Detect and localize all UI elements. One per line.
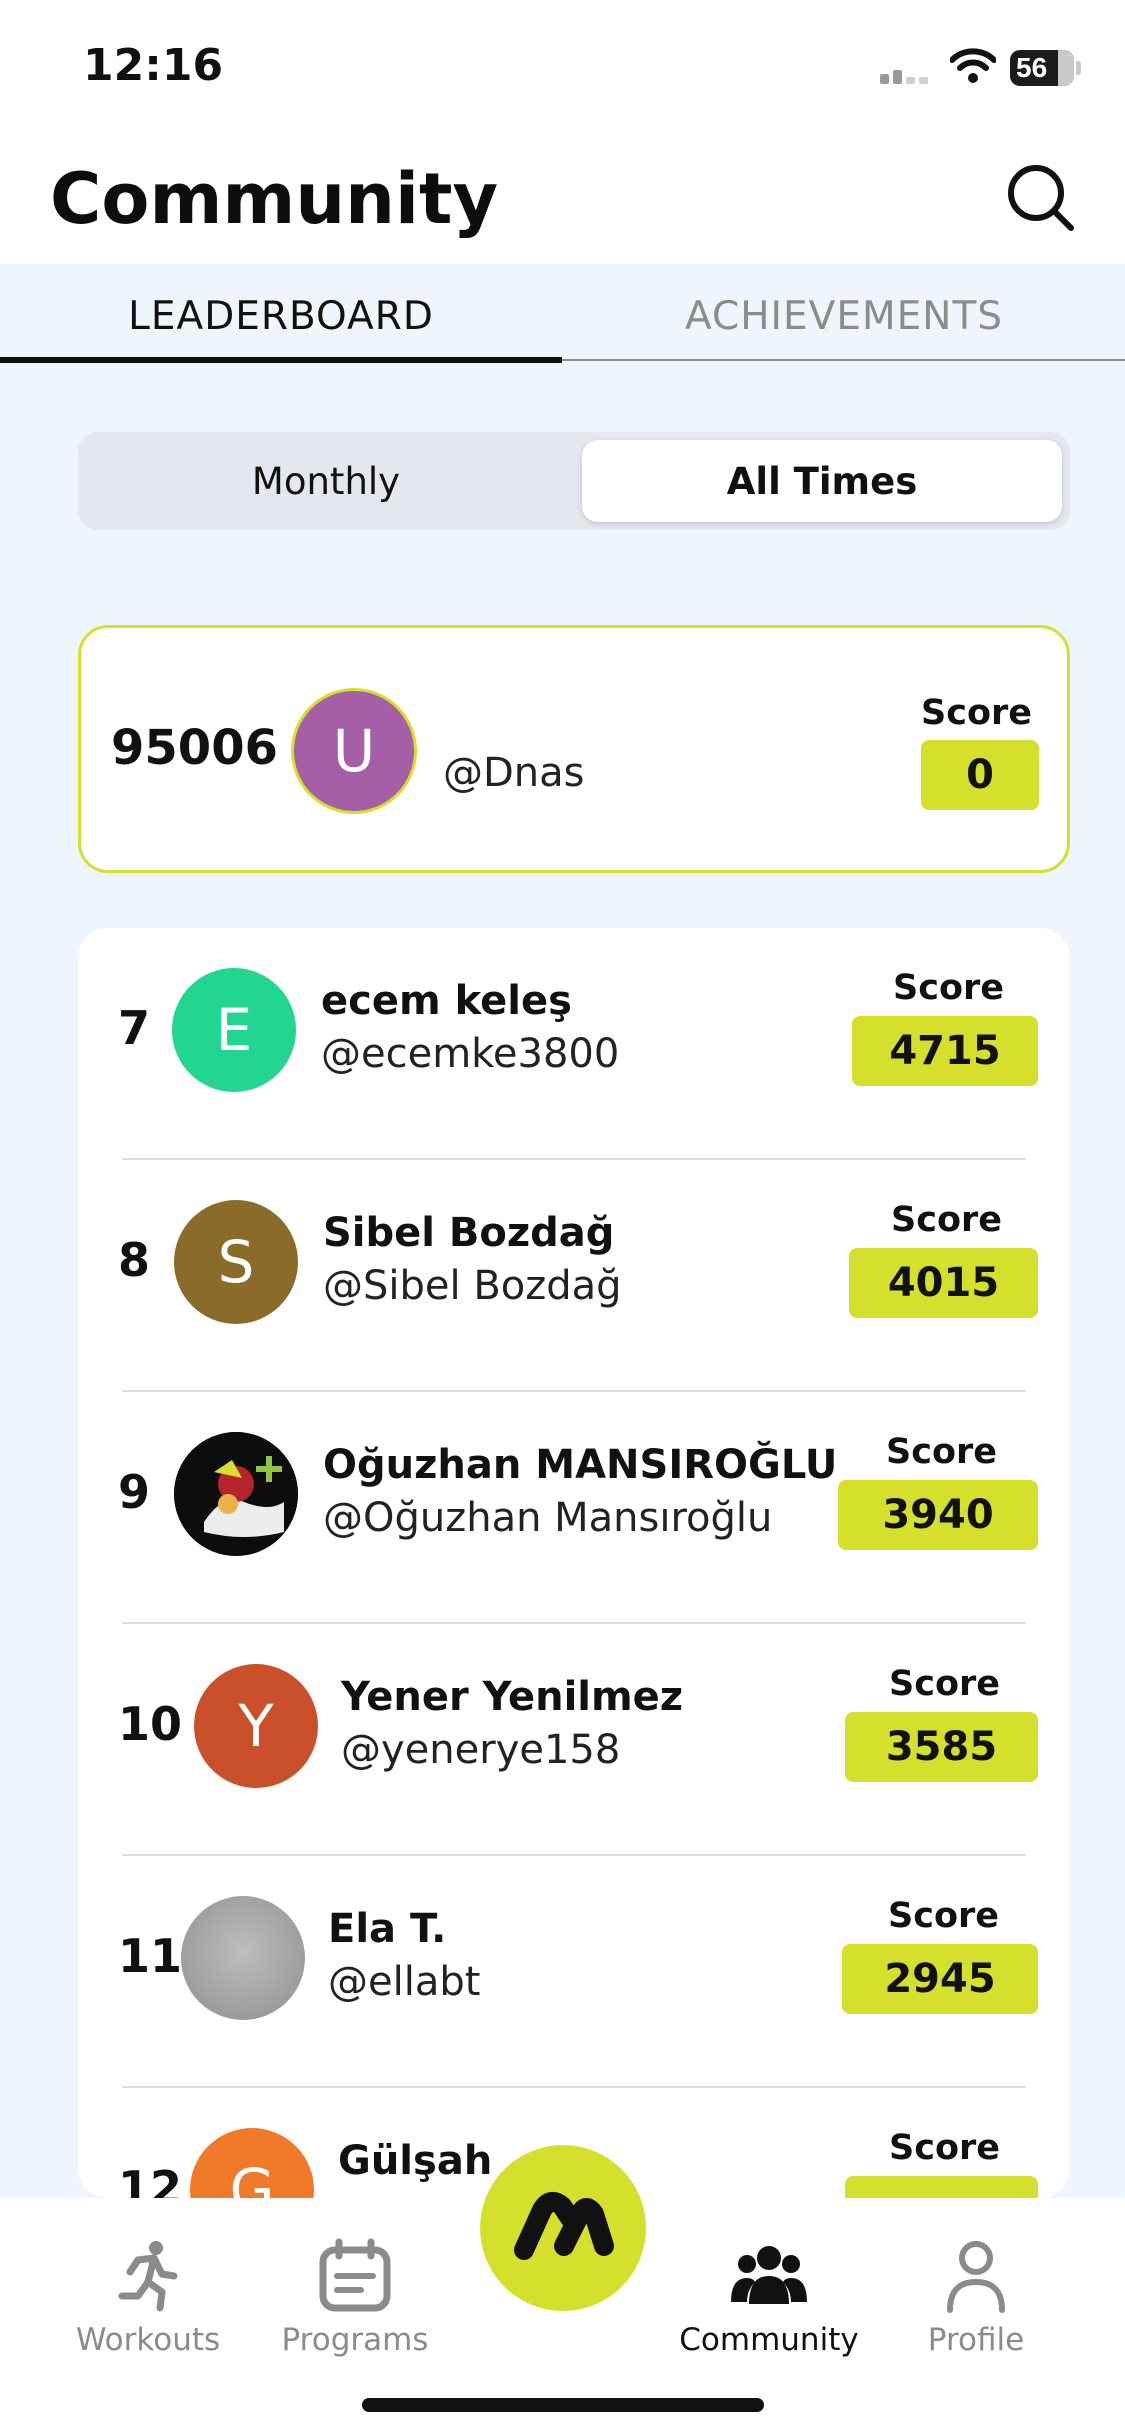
user-name: Sibel Bozdağ (323, 1210, 615, 1256)
score-badge: 2945 (842, 1944, 1038, 2014)
my-rank: 95006 (111, 720, 278, 776)
status-bar: 12:16 56 (0, 0, 1125, 140)
score-label: Score (891, 1200, 1002, 1240)
leaderboard-row[interactable]: 11 Ela T. @ellabt Score 2945 (78, 1856, 1070, 2088)
cellular-signal-icon (880, 70, 928, 84)
score-badge (845, 2176, 1038, 2198)
score-label: Score (888, 1896, 999, 1936)
avatar-initial: U (332, 717, 376, 785)
nav-label: Profile (927, 2322, 1025, 2358)
user-name: Gülşah (338, 2138, 493, 2184)
app-logo-icon (514, 2191, 614, 2260)
people-icon (731, 2246, 807, 2304)
nav-community[interactable]: Community (669, 2238, 869, 2358)
user-handle: @ellabt (328, 1959, 481, 2005)
leaderboard-row[interactable]: 10 Y Yener Yenilmez @yenerye158 Score 35… (78, 1624, 1070, 1856)
user-avatar: G (190, 2128, 314, 2198)
score-value: 2945 (884, 1956, 996, 2002)
score-value: 3940 (882, 1492, 994, 1538)
avatar-initial: Y (238, 1692, 274, 1760)
person-icon (947, 2241, 1005, 2313)
user-name: Ela T. (328, 1906, 447, 1952)
score-value: 4015 (887, 1260, 1000, 1306)
user-avatar: E (172, 968, 296, 1092)
nav-label: Workouts (75, 2322, 221, 2358)
user-name: ecem keleş (321, 978, 572, 1024)
header: Community (0, 140, 1125, 264)
score-badge: 3940 (838, 1480, 1038, 1550)
my-handle: @Dnas (443, 750, 585, 796)
user-handle: @yenerye158 (341, 1727, 621, 1773)
tab-leaderboard[interactable]: LEADERBOARD (0, 294, 562, 339)
user-avatar: Y (194, 1664, 318, 1788)
avatar-initial: E (215, 996, 253, 1064)
leaderboard-list: 7 E ecem keleş @ecemke3800 Score 4715 8 … (78, 928, 1070, 2198)
nav-workouts[interactable]: Workouts (48, 2238, 248, 2358)
score-value: 0 (966, 752, 994, 798)
tab-active-indicator (0, 357, 562, 363)
search-icon[interactable] (1005, 162, 1075, 232)
nav-label: Community (679, 2322, 859, 2358)
rank-number: 11 (118, 1929, 183, 1983)
score-label: Score (921, 693, 1032, 733)
center-logo-button[interactable] (480, 2145, 646, 2311)
score-badge: 4715 (852, 1016, 1038, 1086)
segment-all-times[interactable]: All Times (582, 440, 1062, 522)
user-name: Oğuzhan MANSIROĞLU (323, 1442, 838, 1488)
user-avatar (174, 1432, 298, 1556)
period-segmented-control: Monthly All Times (78, 432, 1070, 530)
battery-icon: 56 (1010, 50, 1074, 86)
score-label: Score (893, 968, 1004, 1008)
nav-label: Programs (281, 2322, 429, 2358)
leaderboard-row[interactable]: 8 S Sibel Bozdağ @Sibel Bozdağ Score 401… (78, 1160, 1070, 1392)
rank-number: 10 (118, 1697, 183, 1751)
user-avatar: S (174, 1200, 298, 1324)
rank-number: 12 (118, 2161, 183, 2198)
calendar-icon (319, 2238, 391, 2312)
rank-number: 7 (118, 1001, 151, 1055)
score-value: 3585 (885, 1724, 998, 1770)
avatar-initial: S (217, 1228, 255, 1296)
avatar-initial: G (229, 2156, 275, 2198)
rank-number: 8 (118, 1233, 151, 1287)
tab-achievements[interactable]: ACHIEVEMENTS (563, 294, 1125, 339)
rank-number: 9 (118, 1465, 151, 1519)
user-handle: @Sibel Bozdağ (323, 1263, 622, 1309)
score-badge: 0 (921, 740, 1039, 810)
page-title: Community (50, 158, 499, 240)
score-label: Score (889, 2128, 1000, 2168)
score-badge: 4015 (849, 1248, 1038, 1318)
score-badge: 3585 (845, 1712, 1038, 1782)
status-time: 12:16 (83, 40, 224, 91)
score-value: 4715 (889, 1028, 1001, 1074)
running-icon (118, 2241, 178, 2312)
leaderboard-row[interactable]: 7 E ecem keleş @ecemke3800 Score 4715 (78, 928, 1070, 1160)
segment-monthly[interactable]: Monthly (86, 440, 566, 522)
my-rank-card[interactable]: 95006 U @Dnas Score 0 (78, 625, 1070, 873)
wifi-icon (950, 48, 996, 83)
tab-bar: LEADERBOARD ACHIEVEMENTS (0, 264, 1125, 364)
nav-programs[interactable]: Programs (255, 2238, 455, 2358)
home-indicator (362, 2398, 764, 2412)
user-name: Yener Yenilmez (341, 1674, 684, 1720)
avatar-photo (174, 1432, 298, 1556)
user-handle: @Oğuzhan Mansıroğlu (323, 1495, 773, 1541)
nav-profile[interactable]: Profile (876, 2238, 1076, 2358)
my-avatar: U (291, 688, 417, 814)
battery-level: 56 (1016, 52, 1048, 83)
score-label: Score (889, 1664, 1000, 1704)
leaderboard-row[interactable]: 9 Oğuzhan MANSIROĞLU @Oğuzhan Mansıroğlu… (78, 1392, 1070, 1624)
score-label: Score (886, 1432, 997, 1472)
user-avatar (181, 1896, 305, 2020)
user-handle: @ecemke3800 (321, 1031, 620, 1077)
